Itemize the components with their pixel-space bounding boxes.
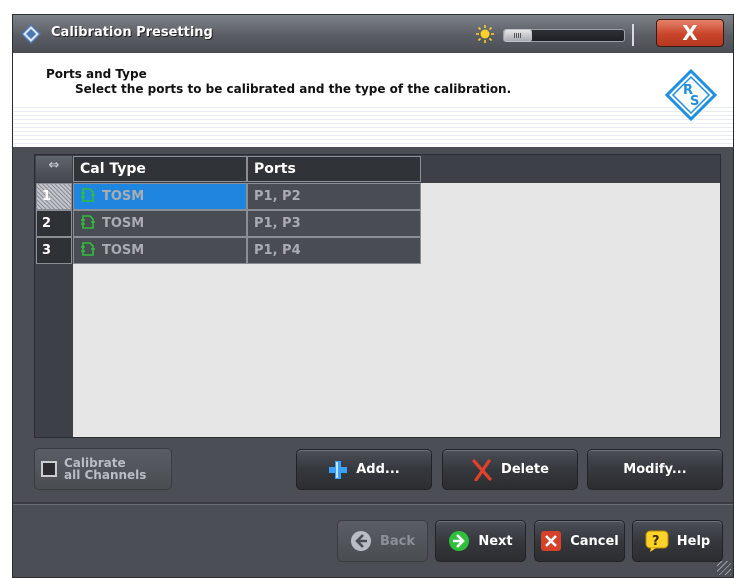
back-label: Back xyxy=(379,533,416,549)
cal-type-text: TOSM xyxy=(102,243,145,258)
svg-text:?: ? xyxy=(652,534,660,549)
slider-thumb[interactable] xyxy=(504,29,532,42)
x-delete-icon xyxy=(472,458,492,481)
cal-type-cell[interactable]: TOSM xyxy=(73,237,247,264)
table-row[interactable]: 2 TOSM P1, P3 xyxy=(35,210,421,237)
cal-kit-icon xyxy=(81,188,95,202)
cancel-icon xyxy=(541,531,562,551)
calibrate-all-line2: all Channels xyxy=(64,468,147,482)
col-header-ports[interactable]: Ports xyxy=(247,156,421,182)
close-button[interactable]: X xyxy=(656,19,724,47)
arrow-left-icon xyxy=(350,531,371,551)
calibrate-all-channels-checkbox[interactable]: Calibrate all Channels xyxy=(34,448,172,490)
help-icon: ? xyxy=(645,530,669,552)
table-row[interactable]: 3 TOSM P1, P4 xyxy=(35,237,421,264)
rs-logo-icon: R S xyxy=(665,69,717,121)
arrow-right-icon xyxy=(449,531,470,551)
cal-type-cell[interactable]: TOSM xyxy=(73,210,247,237)
cal-kit-icon xyxy=(81,215,95,229)
cal-table: ⇔ Cal Type Ports 1 TOSM P1, P2 2 TOSM P1… xyxy=(34,154,721,438)
resize-grip[interactable] xyxy=(717,561,731,575)
back-button[interactable]: Back xyxy=(337,520,428,562)
col-header-cal-type[interactable]: Cal Type xyxy=(73,156,247,182)
next-button[interactable]: Next xyxy=(435,520,526,562)
title-bar[interactable]: Calibration Presetting X xyxy=(13,15,733,54)
app-logo-icon xyxy=(21,24,41,44)
header-stripes xyxy=(13,107,733,147)
expand-columns-icon[interactable]: ⇔ xyxy=(36,156,72,182)
cancel-button[interactable]: Cancel xyxy=(534,520,625,562)
page-title: Ports and Type xyxy=(46,67,147,81)
close-icon: X xyxy=(682,21,698,45)
calibrate-all-label: Calibrate all Channels xyxy=(64,457,146,481)
brightness-icon xyxy=(476,25,494,43)
cancel-label: Cancel xyxy=(570,533,619,549)
window-title: Calibration Presetting xyxy=(51,25,213,40)
checkbox-box[interactable] xyxy=(41,461,57,477)
plus-icon xyxy=(329,460,348,479)
ports-cell[interactable]: P1, P2 xyxy=(247,183,421,210)
help-button[interactable]: ? Help xyxy=(632,520,723,562)
modify-button[interactable]: Modify... xyxy=(587,449,723,490)
delete-label: Delete xyxy=(501,462,549,477)
modify-label: Modify... xyxy=(623,462,687,477)
page-subtitle: Select the ports to be calibrated and th… xyxy=(75,82,512,96)
row-number[interactable]: 3 xyxy=(36,237,72,264)
transparency-slider[interactable] xyxy=(503,29,625,42)
row-number[interactable]: 1 xyxy=(36,183,72,210)
cal-type-text: TOSM xyxy=(102,189,145,204)
row-number[interactable]: 2 xyxy=(36,210,72,237)
header-panel: Ports and Type Select the ports to be ca… xyxy=(13,53,733,147)
calibration-presetting-dialog: Calibration Presetting X Ports and Type … xyxy=(12,14,734,578)
ports-cell[interactable]: P1, P3 xyxy=(247,210,421,237)
help-label: Help xyxy=(676,533,711,549)
svg-text:S: S xyxy=(690,94,699,109)
footer-divider xyxy=(13,502,733,505)
cal-type-text: TOSM xyxy=(102,216,145,231)
add-button[interactable]: Add... xyxy=(296,449,432,490)
next-label: Next xyxy=(478,533,513,549)
ports-cell[interactable]: P1, P4 xyxy=(247,237,421,264)
cal-type-cell[interactable]: TOSM xyxy=(73,183,247,210)
delete-button[interactable]: Delete xyxy=(442,449,578,490)
add-label: Add... xyxy=(356,462,400,477)
table-row[interactable]: 1 TOSM P1, P2 xyxy=(35,183,421,210)
cal-kit-icon xyxy=(81,242,95,256)
title-separator xyxy=(632,24,634,46)
